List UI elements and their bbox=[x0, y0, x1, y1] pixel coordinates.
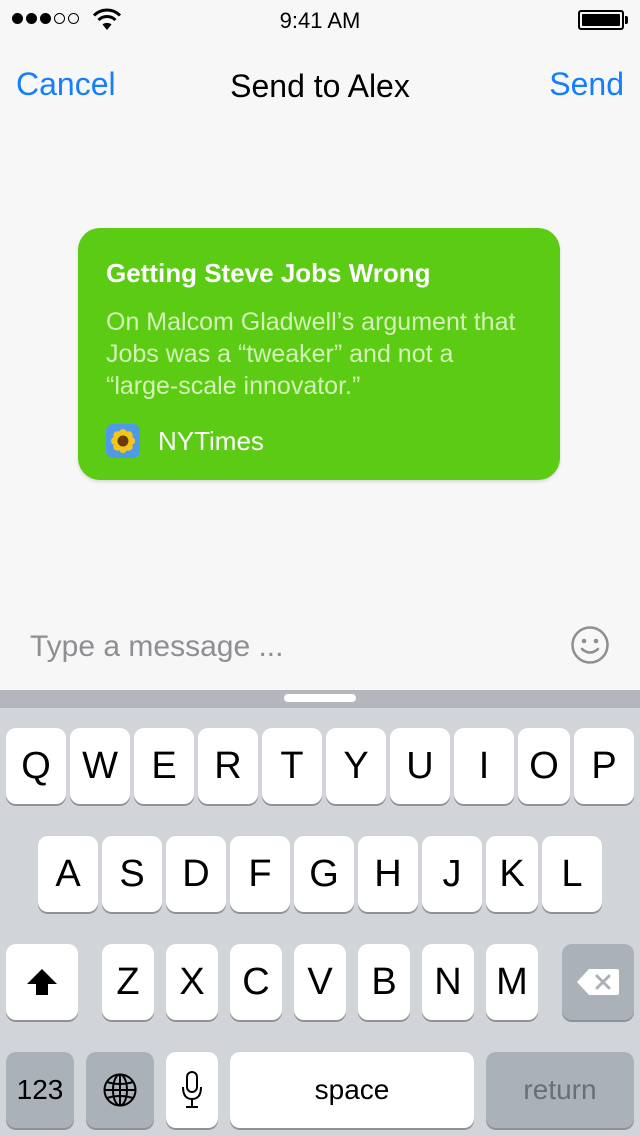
key-x[interactable]: X bbox=[166, 944, 218, 1020]
key-t[interactable]: T bbox=[262, 728, 322, 804]
page-title: Send to Alex bbox=[230, 68, 410, 104]
key-s[interactable]: S bbox=[102, 836, 162, 912]
key-v[interactable]: V bbox=[294, 944, 346, 1020]
key-g[interactable]: G bbox=[294, 836, 354, 912]
key-n[interactable]: N bbox=[422, 944, 474, 1020]
globe-icon bbox=[103, 1073, 137, 1107]
key-c[interactable]: C bbox=[230, 944, 282, 1020]
article-title: Getting Steve Jobs Wrong bbox=[106, 258, 431, 288]
microphone-icon bbox=[182, 1071, 202, 1108]
battery-icon bbox=[578, 10, 628, 30]
microphone-key[interactable] bbox=[166, 1052, 218, 1128]
numbers-key[interactable]: 123 bbox=[6, 1052, 74, 1128]
key-e[interactable]: E bbox=[134, 728, 194, 804]
article-source: NYTimes bbox=[106, 424, 532, 458]
key-i[interactable]: I bbox=[454, 728, 514, 804]
key-b[interactable]: B bbox=[358, 944, 410, 1020]
key-j[interactable]: J bbox=[422, 836, 482, 912]
key-f[interactable]: F bbox=[230, 836, 290, 912]
key-m[interactable]: M bbox=[486, 944, 538, 1020]
status-time: 9:41 AM bbox=[279, 8, 361, 33]
key-y[interactable]: Y bbox=[326, 728, 386, 804]
navigation-bar: Cancel Send to Alex Send bbox=[0, 40, 640, 128]
key-p[interactable]: P bbox=[574, 728, 634, 804]
sunflower-icon bbox=[106, 424, 140, 458]
shift-arrow-icon bbox=[27, 969, 57, 995]
message-input[interactable] bbox=[30, 625, 550, 669]
message-compose-bar bbox=[0, 605, 640, 690]
key-k[interactable]: K bbox=[486, 836, 538, 912]
keyboard-drag-handle[interactable] bbox=[284, 694, 356, 702]
keyboard: Q W E R T Y U I O P A S D F G H J K L Z … bbox=[0, 690, 640, 1136]
shared-article-card[interactable]: Getting Steve Jobs Wrong On Malcom Gladw… bbox=[78, 228, 560, 480]
article-description: On Malcom Gladwell’s argument that Jobs … bbox=[106, 308, 516, 400]
key-a[interactable]: A bbox=[38, 836, 98, 912]
key-o[interactable]: O bbox=[518, 728, 570, 804]
status-bar: 9:41 AM bbox=[0, 0, 640, 40]
key-z[interactable]: Z bbox=[102, 944, 154, 1020]
space-key[interactable]: space bbox=[230, 1052, 474, 1128]
key-u[interactable]: U bbox=[390, 728, 450, 804]
return-key[interactable]: return bbox=[486, 1052, 634, 1128]
key-r[interactable]: R bbox=[198, 728, 258, 804]
smiley-icon[interactable] bbox=[570, 625, 610, 665]
send-button[interactable]: Send bbox=[549, 66, 624, 103]
delete-backspace-icon bbox=[577, 969, 619, 995]
shift-key[interactable] bbox=[6, 944, 78, 1020]
key-h[interactable]: H bbox=[358, 836, 418, 912]
globe-key[interactable] bbox=[86, 1052, 154, 1128]
key-l[interactable]: L bbox=[542, 836, 602, 912]
key-d[interactable]: D bbox=[166, 836, 226, 912]
delete-key[interactable] bbox=[562, 944, 634, 1020]
key-q[interactable]: Q bbox=[6, 728, 66, 804]
source-name: NYTimes bbox=[158, 425, 264, 456]
key-w[interactable]: W bbox=[70, 728, 130, 804]
